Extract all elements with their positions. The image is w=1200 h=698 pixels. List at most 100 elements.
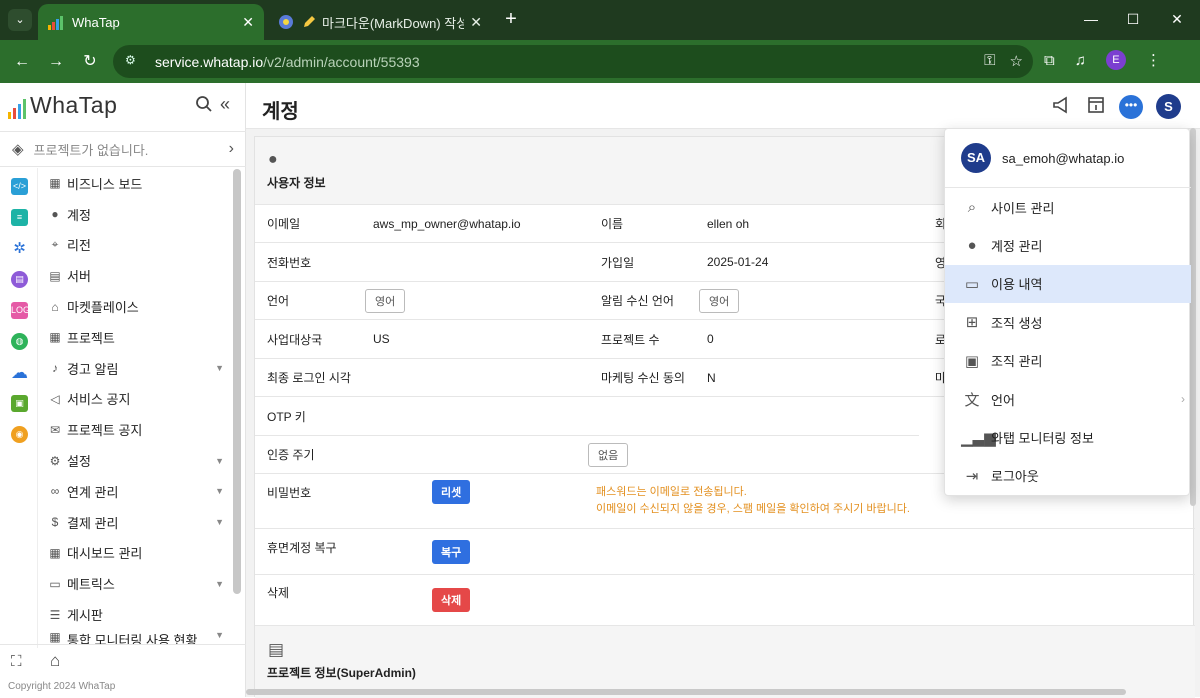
sidebar-item-metrics[interactable]: ▭ 메트릭스 ▼ [40,568,230,599]
url-host: service.whatap.io [155,53,264,70]
menu-item-create-org[interactable]: ⊞ 조직 생성 [945,303,1191,341]
menu-item-label: 언어 [991,392,1015,408]
auth-cycle-select[interactable]: 없음 [588,442,629,467]
menu-item-account-admin[interactable]: ● 계정 관리 [945,226,1191,264]
database-icon[interactable]: ▤ [11,271,28,288]
info-panel-icon[interactable] [1085,95,1107,117]
field-label: 사업대상국 [267,332,323,347]
sidebar-item-project[interactable]: ▦ 프로젝트 [40,322,230,353]
sidebar-item-region[interactable]: ⌖ 리전 [40,230,230,261]
sidebar-item-alerts[interactable]: ♪ 경고 알림 ▼ [40,353,230,384]
back-icon[interactable]: ← [10,50,34,74]
sidebar-item-service-notice[interactable]: ◁ 서비스 공지 [40,384,230,415]
browser-tab-whatap[interactable]: WhaTap ✕ [38,4,264,40]
menu-item-manage-org[interactable]: ▣ 조직 관리 [945,342,1191,380]
sidebar-item-label: 연계 관리 [67,484,119,500]
country-value: US [373,332,390,346]
field-label: 최종 로그인 시각 [267,371,351,385]
field-label: 마케팅 수신 동의 [601,371,685,385]
sidebar-item-account[interactable]: ● 계정 [40,199,230,230]
menu-item-monitoring-info[interactable]: ▁▃▆ 와탭 모니터링 정보 [945,418,1191,456]
delete-account-button[interactable]: 삭제 [432,588,471,612]
table-row: 휴면계정 복구 복구 [255,529,1195,575]
collapse-sidebar-icon[interactable]: « [220,94,230,115]
menu-item-site-admin[interactable]: ⌕ 사이트 관리 [945,188,1191,226]
menu-item-label: 로그아웃 [991,469,1039,485]
sidebar-item-business-board[interactable]: ▦ 비즈니스 보드 [40,168,230,199]
marketing-value: N [707,370,716,385]
sidebar-item-label: 서비스 공지 [67,392,131,408]
megaphone-icon: ◁ [50,391,60,406]
key-icon[interactable]: ⚿ [984,52,995,70]
address-bar[interactable]: ⚙ service.whatap.io/v2/admin/account/553… [113,45,1033,78]
sidebar-item-label: 프로젝트 [67,330,115,346]
sidebar-item-settings[interactable]: ⚙ 설정 ▼ [40,445,230,476]
grid-icon: ▦ [49,330,61,345]
horizontal-scrollbar[interactable] [246,689,1126,695]
sidebar-item-integrations[interactable]: ∞ 연계 관리 ▼ [40,476,230,507]
close-icon[interactable]: ✕ [242,14,254,31]
profile-avatar[interactable]: E [1105,50,1126,70]
sidebar-item-board[interactable]: ☰ 게시판 [40,599,230,630]
forward-icon[interactable]: → [44,50,68,74]
maximize-icon[interactable]: ☐ [1122,8,1144,30]
browser-tab-markdown[interactable]: 마크다운(MarkDown) 작성 ✕ [268,4,492,40]
log-icon[interactable]: LOG [11,302,30,319]
project-selector[interactable]: ◈ 프로젝트가 없습니다. › [0,131,246,167]
chevron-down-icon[interactable]: ⌄ [8,9,32,31]
home-icon[interactable]: ⌂ [50,651,60,671]
field-label: 휴면계정 복구 [267,540,337,555]
minimize-icon[interactable]: — [1080,8,1102,30]
logo[interactable]: WhaTap [8,92,117,119]
browser-monitor-icon[interactable]: ▣ [11,395,28,412]
sidebar-item-marketplace[interactable]: ⌂ 마켓플레이스 [40,291,230,322]
extensions-icon[interactable]: ⧉ [1044,52,1055,69]
table-row: 삭제 삭제 [255,575,1195,625]
password-note: 패스워드는 이메일로 전송됩니다. 이메일이 수신되지 않을 경우, 스팸 메일… [596,474,910,528]
sidebar-footer: ⛶ ⌂ [0,644,246,677]
close-icon[interactable]: ✕ [470,14,482,31]
link-icon: ∞ [50,484,60,499]
restore-account-button[interactable]: 복구 [432,539,471,564]
menu-item-language[interactable]: 文 언어 › [945,380,1191,418]
media-icon[interactable]: ♫ [1075,52,1086,69]
close-window-icon[interactable]: ✕ [1166,8,1188,30]
search-icon[interactable] [195,95,213,113]
chat-icon[interactable]: ••• [1119,95,1143,119]
menu-item-usage-history[interactable]: ▭ 이용 내역 [945,264,1191,304]
megaphone-icon[interactable] [1050,95,1072,117]
user-avatar[interactable]: S [1156,94,1181,119]
table-row: OTP 키 [255,397,919,436]
field-label: 전화번호 [267,255,312,270]
notify-language-select[interactable]: 영어 [699,288,740,313]
cloud-icon[interactable]: ☁ [11,364,28,381]
sidebar-item-dashboard-admin[interactable]: ▦ 대시보드 관리 [40,538,230,569]
language-select[interactable]: 영어 [365,288,406,313]
database-icon: ▤ [268,640,285,659]
reload-icon[interactable]: ↻ [78,50,102,74]
new-tab-button[interactable]: + [500,8,522,30]
signal-icon[interactable]: ◉ [11,426,28,443]
kubernetes-icon[interactable]: ✲ [11,240,28,257]
menu-item-label: 와탭 모니터링 정보 [991,431,1094,447]
star-icon[interactable]: ☆ [1010,52,1023,70]
sidebar-item-project-notice[interactable]: ✉ 프로젝트 공지 [40,414,230,445]
server-icon[interactable]: ≡ [11,209,28,226]
menu-icon[interactable]: ⋮ [1146,51,1161,69]
field-label: 이메일 [267,217,301,231]
list-icon: ☰ [49,607,61,622]
sidebar-item-billing[interactable]: $ 결제 관리 ▼ [40,507,230,538]
menu-item-logout[interactable]: ⇥ 로그아웃 [945,457,1191,495]
sidebar-item-server[interactable]: ▤ 서버 [40,260,230,291]
code-icon[interactable]: </> [11,178,28,195]
user-menu-dropdown: SA sa_emoh@whatap.io ⌕ 사이트 관리 ● 계정 관리 ▭ 이용 … [944,128,1191,496]
gear-icon: ⚙ [49,453,61,468]
globe-icon[interactable]: ◍ [11,333,28,350]
fullscreen-icon[interactable]: ⛶ [11,653,22,670]
copyright: Copyright 2024 WhaTap [8,681,116,692]
site-info-icon[interactable]: ⚙ [125,53,143,71]
sidebar-item-usage[interactable]: ▦ 통합 모니터링 사용 현황 ▼ [40,630,230,644]
tab-title: WhaTap [72,14,120,30]
reset-password-button[interactable]: 리셋 [432,480,471,504]
sidebar-scrollbar[interactable] [233,169,241,594]
